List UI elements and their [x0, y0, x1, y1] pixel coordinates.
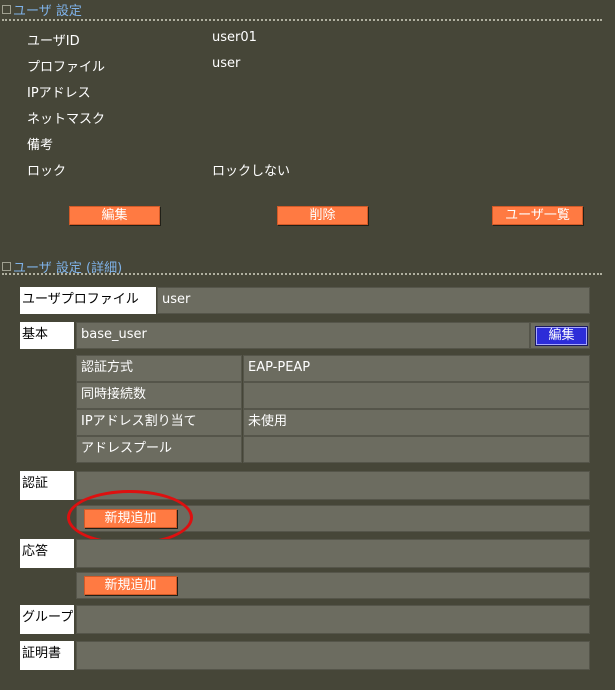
label-ip-address: IPアドレス [27, 86, 91, 101]
value-profile: user [212, 56, 241, 71]
user-profile-value: user [157, 287, 590, 314]
value-lock: ロックしない [212, 164, 291, 179]
auth-method-label: 認証方式 [76, 355, 242, 382]
auth-method-value: EAP-PEAP [243, 355, 590, 382]
section-bullet-icon [2, 262, 11, 271]
certificate-value [76, 641, 590, 670]
auth-label: 認証 [20, 471, 74, 500]
section-divider [2, 19, 602, 21]
concurrent-connections-value [243, 382, 590, 409]
user-settings-title-text: ユーザ 設定 [13, 4, 82, 19]
ip-assignment-value: 未使用 [243, 409, 590, 436]
label-profile: プロファイル [27, 60, 106, 75]
section-bullet-icon [2, 5, 11, 14]
section-divider [2, 273, 602, 275]
edit-button[interactable]: 編集 [69, 206, 160, 225]
group-label: グループ [20, 605, 74, 634]
reply-label: 応答 [20, 539, 74, 568]
label-note: 備考 [27, 138, 54, 153]
user-list-button[interactable]: ユーザ一覧 [492, 206, 583, 225]
user-settings-section-title: ユーザ 設定 [2, 0, 82, 19]
reply-add-button[interactable]: 新規追加 [84, 576, 177, 595]
label-netmask: ネットマスク [27, 112, 106, 127]
user-profile-label: ユーザプロファイル [20, 287, 156, 314]
basic-edit-button[interactable]: 編集 [535, 326, 588, 346]
reply-value [76, 539, 590, 568]
label-lock: ロック [27, 164, 67, 179]
address-pool-value [243, 436, 590, 463]
certificate-label: 証明書 [20, 641, 74, 670]
concurrent-connections-label: 同時接続数 [76, 382, 242, 409]
basic-label: 基本 [20, 322, 74, 349]
delete-button[interactable]: 削除 [277, 206, 368, 225]
group-value [76, 605, 590, 634]
label-user-id: ユーザID [27, 34, 80, 49]
basic-value: base_user [76, 322, 530, 349]
address-pool-label: アドレスプール [76, 436, 242, 463]
ip-assignment-label: IPアドレス割り当て [76, 409, 242, 436]
highlight-annotation [67, 490, 193, 545]
value-user-id: user01 [212, 30, 257, 45]
